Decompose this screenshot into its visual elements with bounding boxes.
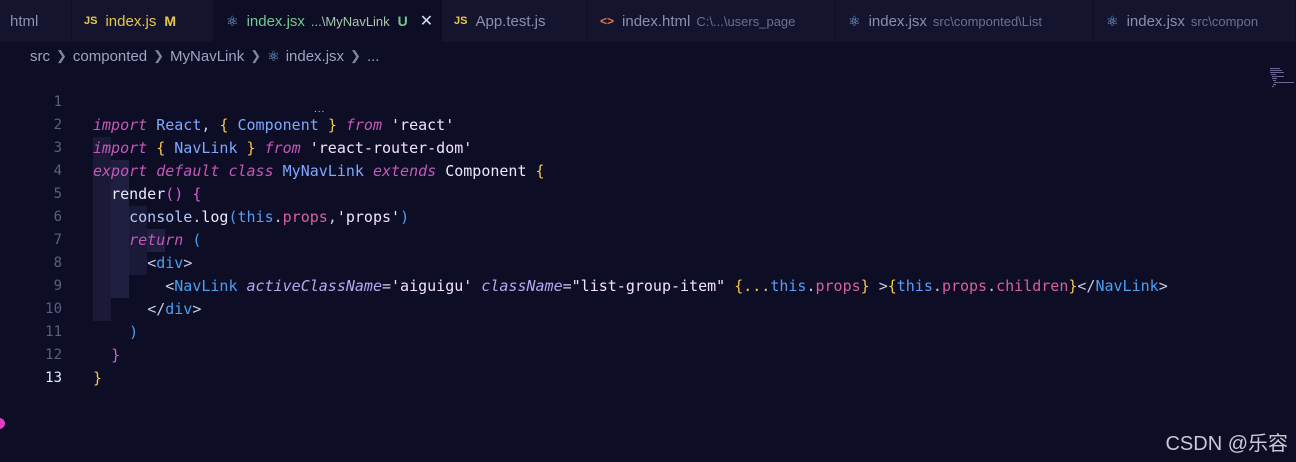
tab-label: index.jsx (1126, 12, 1185, 30)
git-status-badge: M (164, 13, 176, 29)
react-icon: ⚛ (267, 47, 280, 64)
tab-label: html (10, 12, 39, 30)
tab-index-js[interactable]: JS index.js M (72, 0, 214, 42)
code-editor[interactable]: 1 import React, { Component } from 'reac… (0, 68, 1296, 462)
minimap[interactable] (1268, 68, 1294, 90)
code-line: 8 <NavLink activeClassName='aiguigu' cla… (0, 229, 1260, 295)
code-line: 6 return ( (0, 183, 1260, 249)
chevron-right-icon: ❯ (250, 48, 262, 63)
breadcrumb-more[interactable]: ... (367, 48, 380, 65)
bracket: } (93, 369, 103, 387)
chevron-right-icon: ❯ (153, 48, 165, 63)
tab-description: src\compon (1190, 13, 1259, 29)
tab-label: index.jsx (868, 12, 927, 30)
breadcrumb-mynavlink[interactable]: MyNavLink (170, 48, 244, 65)
code-line: 7 <div> (0, 206, 1260, 272)
tab-index-html[interactable]: <> index.html C:\...\users_page (588, 0, 836, 42)
code-line: 12 } (0, 321, 1260, 387)
tab-app-test-js[interactable]: JS App.test.js (442, 0, 588, 42)
git-status-badge: U (397, 13, 408, 29)
line-number: 13 (45, 370, 62, 386)
editor-tab-bar: html JS index.js M ⚛ index.jsx ...\MyNavLink U ✕… (0, 0, 1296, 42)
tab-index-jsx[interactable]: ⚛ index.jsx src\compon (1094, 0, 1296, 42)
js-file-icon: JS (84, 15, 98, 27)
code-line: 4 render() { (0, 137, 1260, 203)
code-line: 11 } (0, 298, 1260, 364)
html-file-icon: <> (600, 14, 615, 28)
react-file-icon: ⚛ (1106, 12, 1119, 29)
js-file-icon: JS (454, 15, 468, 27)
code-line: 1 import React, { Component } from 'reac… (0, 68, 1260, 134)
tab-index-jsx[interactable]: ⚛ index.jsx src\componted\List (836, 0, 1094, 42)
code-line: 9 </div> (0, 252, 1260, 318)
watermark: CSDN @乐容 (1165, 433, 1288, 455)
code-line: 3 export default class MyNavLink extends… (0, 114, 1260, 180)
code-line: 10 ) (0, 275, 1260, 341)
tab-html[interactable]: html (0, 0, 72, 42)
tab-description: ...\MyNavLink (310, 13, 390, 29)
breadcrumb-componted[interactable]: componted (73, 48, 147, 65)
code-line: 13 (0, 344, 1260, 386)
code-line: 2 import { NavLink } from 'react-router-… (0, 91, 1260, 157)
breadcrumb-file[interactable]: index.jsx (286, 48, 344, 65)
tab-label: index.html (622, 12, 691, 30)
close-icon[interactable]: ✕ (420, 11, 433, 31)
tab-description: src\componted\List (932, 13, 1043, 29)
chevron-right-icon: ❯ (350, 48, 361, 63)
tab-description: C:\...\users_page (696, 13, 796, 29)
tab-label: index.jsx (246, 12, 305, 30)
chevron-right-icon: ❯ (56, 48, 67, 63)
breadcrumb: src ❯ componted ❯ MyNavLink ❯ ⚛ index.js… (30, 46, 379, 66)
tab-label: App.test.js (475, 12, 546, 30)
code-line: 5 console.log(this.props,'props') (0, 160, 1260, 226)
react-file-icon: ⚛ (848, 12, 861, 29)
breadcrumb-src[interactable]: src (30, 48, 50, 65)
tab-label: index.js (105, 12, 157, 30)
tab-index-jsx[interactable]: ⚛ index.jsx ...\MyNavLink U ✕ (214, 0, 442, 42)
react-file-icon: ⚛ (226, 12, 239, 29)
